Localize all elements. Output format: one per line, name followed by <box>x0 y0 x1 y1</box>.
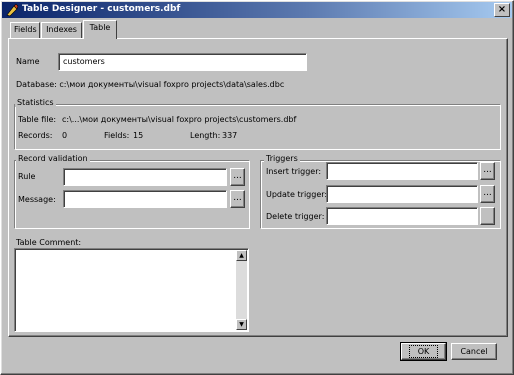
records-label: Records: <box>18 131 53 140</box>
rule-field[interactable] <box>63 168 227 186</box>
ok-button[interactable]: OK <box>400 342 447 361</box>
title-bar[interactable]: Table Designer - customers.dbf × <box>2 2 512 18</box>
update-trigger-label: Update trigger: <box>266 190 328 199</box>
table-file-label: Table file: <box>18 115 57 124</box>
insert-trigger-label: Insert trigger: <box>266 167 322 176</box>
insert-trigger-field[interactable] <box>326 162 478 180</box>
tab-indexes[interactable]: Indexes <box>41 22 82 38</box>
length-label: Length: <box>190 131 221 140</box>
scroll-down-icon[interactable]: ▼ <box>236 319 247 330</box>
comment-scrollbar[interactable]: ▲ ▼ <box>236 250 247 330</box>
fields-value: 15 <box>133 131 144 140</box>
table-designer-icon <box>6 3 19 17</box>
delete-trigger-builder-button[interactable] <box>480 207 495 225</box>
statistics-title: Statistics <box>15 98 56 107</box>
record-validation-title: Record validation <box>16 154 90 163</box>
fields-label: Fields: <box>104 131 130 140</box>
scroll-up-icon[interactable]: ▲ <box>236 250 247 261</box>
window-title: Table Designer - customers.dbf <box>22 4 181 14</box>
table-comment-textarea[interactable]: ▲ ▼ <box>14 248 249 332</box>
records-value: 0 <box>62 131 68 140</box>
insert-trigger-builder-button[interactable]: ... <box>480 162 495 180</box>
message-builder-button[interactable]: ... <box>230 190 245 208</box>
cancel-button[interactable]: Cancel <box>451 343 497 360</box>
update-trigger-builder-button[interactable]: ... <box>480 185 495 203</box>
tab-fields[interactable]: Fields <box>10 22 40 38</box>
statistics-group <box>14 104 501 150</box>
message-field[interactable] <box>63 190 227 208</box>
name-field[interactable]: customers <box>58 53 307 71</box>
message-label: Message: <box>18 195 56 204</box>
delete-trigger-label: Delete trigger: <box>266 212 325 221</box>
triggers-title: Triggers <box>264 154 300 163</box>
database-path: Database: c:\мои документы\visual foxpro… <box>16 80 285 89</box>
name-label: Name <box>16 57 40 66</box>
rule-label: Rule <box>18 172 36 181</box>
close-button[interactable]: × <box>494 3 510 17</box>
rule-builder-button[interactable]: ... <box>230 168 245 186</box>
update-trigger-field[interactable] <box>326 185 478 203</box>
length-value: 337 <box>222 131 238 140</box>
tab-table[interactable]: Table <box>83 20 117 39</box>
delete-trigger-field[interactable] <box>326 207 478 225</box>
ok-label: OK <box>408 345 439 358</box>
table-comment-label: Table Comment: <box>16 238 82 247</box>
table-file-value: c:\...\мои документы\visual foxpro proje… <box>62 115 297 124</box>
